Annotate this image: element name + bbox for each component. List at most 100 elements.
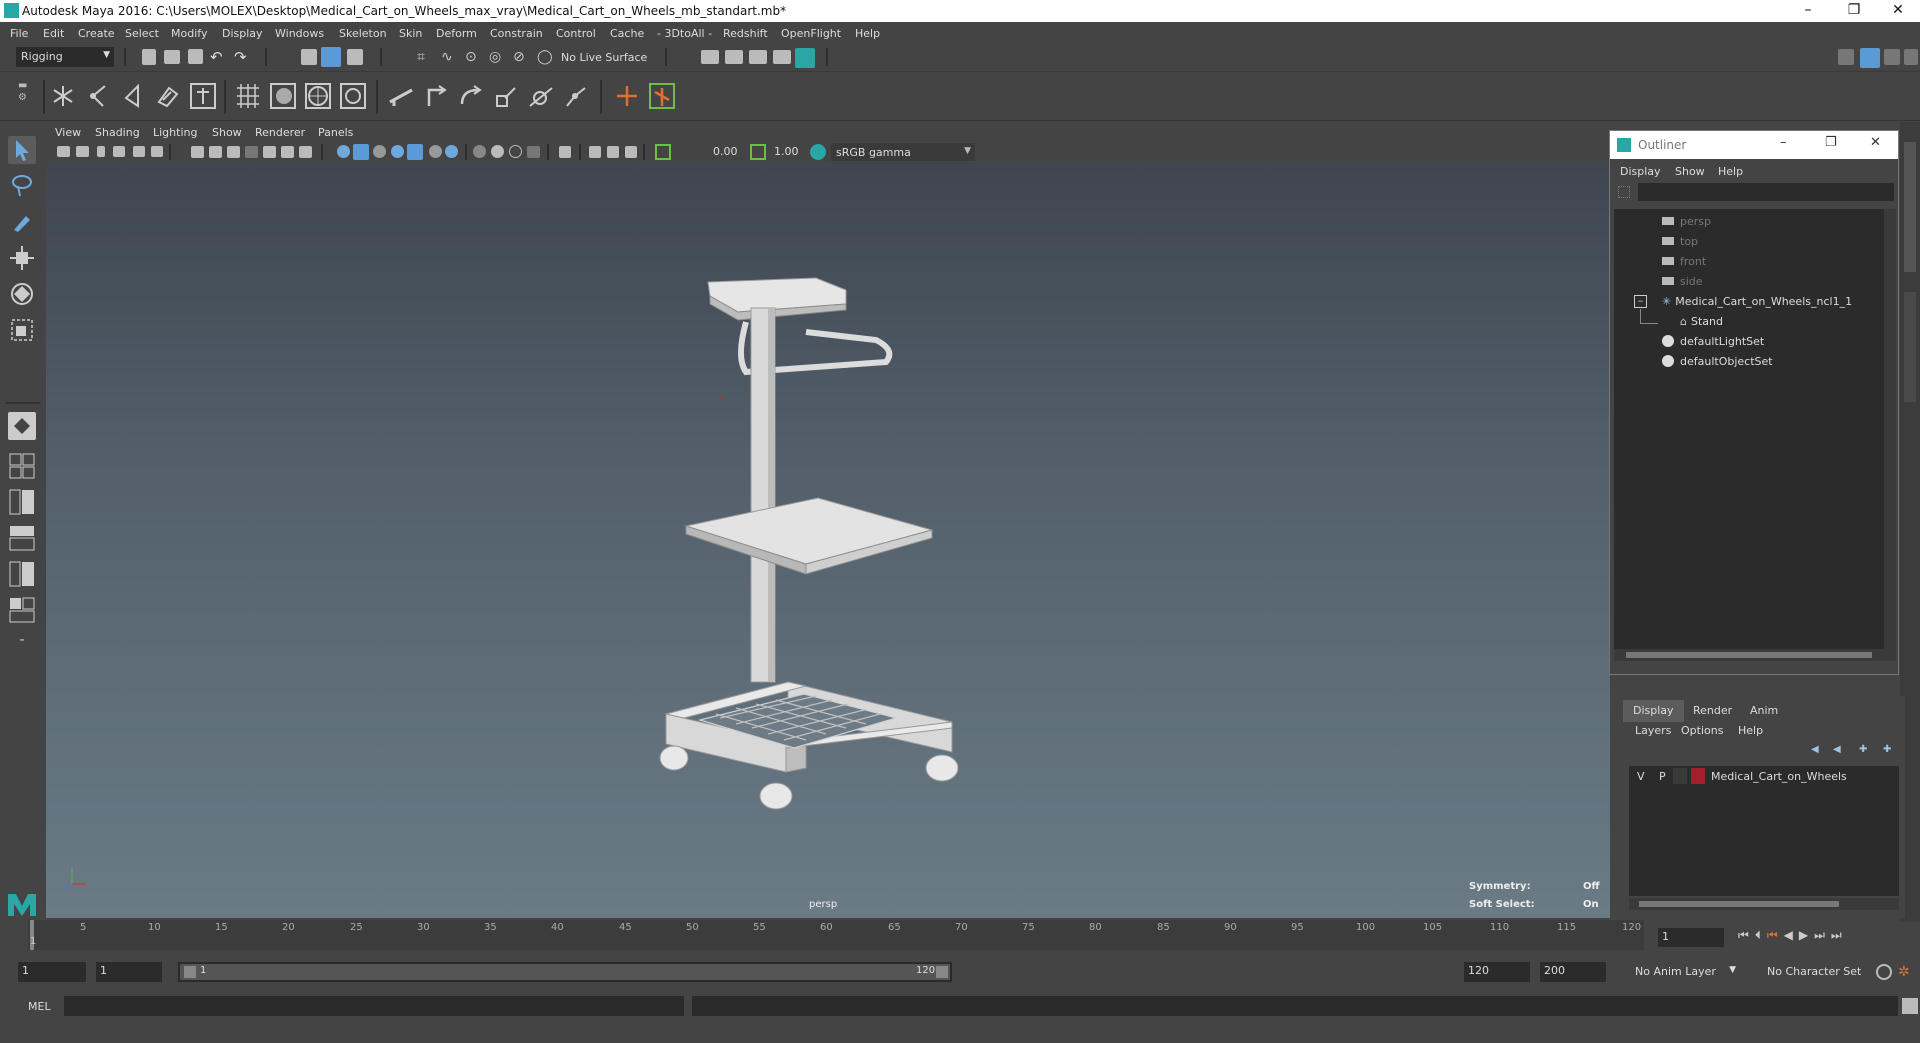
- menu-create[interactable]: Create: [78, 27, 115, 40]
- layer-menu-layers[interactable]: Layers: [1635, 724, 1671, 737]
- move-tool[interactable]: [8, 244, 36, 272]
- minimize-button[interactable]: –: [1780, 135, 1787, 150]
- shelf-options-icon[interactable]: ▬ ⚙: [18, 80, 32, 114]
- menu-display[interactable]: Display: [222, 27, 263, 40]
- playback-start-field[interactable]: 1: [96, 962, 162, 982]
- ik-handle-icon[interactable]: [83, 80, 113, 112]
- menu-control[interactable]: Control: [556, 27, 596, 40]
- new-layer-icon[interactable]: ✚: [1859, 744, 1873, 756]
- exposure-icon[interactable]: [655, 144, 671, 160]
- persp-uv-layout-button[interactable]: [8, 596, 36, 624]
- close-button[interactable]: ✕: [1870, 135, 1881, 150]
- menuset-dropdown[interactable]: Rigging ▼: [16, 47, 114, 67]
- list-item[interactable]: persp: [1662, 215, 1711, 228]
- time-ruler[interactable]: [28, 920, 1644, 950]
- range-slider[interactable]: 1 120: [178, 962, 952, 982]
- view-transform-dropdown[interactable]: sRGB gamma ▼: [831, 143, 975, 161]
- paint-select-tool[interactable]: [8, 208, 36, 236]
- list-item[interactable]: top: [1662, 235, 1698, 248]
- safe-action-icon[interactable]: [281, 146, 294, 158]
- gate-mask-icon[interactable]: [245, 146, 258, 158]
- snap-to-curve-icon[interactable]: ∿: [441, 49, 459, 67]
- attribute-editor-toggle-icon[interactable]: [1860, 48, 1880, 68]
- depth-of-field-icon[interactable]: [509, 145, 522, 158]
- scale-constraint-icon[interactable]: [491, 80, 521, 112]
- panel-menu-show[interactable]: Show: [212, 126, 242, 139]
- select-by-hierarchy-icon[interactable]: [301, 49, 317, 65]
- render-current-frame-icon[interactable]: [725, 50, 743, 64]
- outliner-search-input[interactable]: [1638, 183, 1894, 201]
- animation-preferences-icon[interactable]: ✲: [1898, 964, 1914, 980]
- snap-to-grid-icon[interactable]: ⌗: [417, 49, 435, 67]
- smooth-shade-icon[interactable]: [353, 144, 369, 160]
- move-layer-up-icon[interactable]: ◀: [1811, 744, 1825, 756]
- panel-menu-shading[interactable]: Shading: [95, 126, 140, 139]
- auto-key-icon[interactable]: [1876, 964, 1892, 980]
- create-cluster-icon[interactable]: [188, 80, 218, 112]
- list-item[interactable]: side: [1662, 275, 1703, 288]
- layer-name[interactable]: Medical_Cart_on_Wheels: [1711, 770, 1847, 783]
- menu-openflight[interactable]: OpenFlight: [781, 27, 841, 40]
- layer-row[interactable]: V P Medical_Cart_on_Wheels: [1629, 766, 1899, 786]
- close-button[interactable]: ✕: [1876, 0, 1920, 22]
- layer-menu-options[interactable]: Options: [1681, 724, 1723, 737]
- persp-outliner-layout-button[interactable]: [8, 488, 36, 516]
- panel-menu-panels[interactable]: Panels: [318, 126, 353, 139]
- step-back-frame-icon[interactable]: ⏴: [1755, 928, 1767, 942]
- image-plane-icon[interactable]: [113, 146, 125, 157]
- list-item[interactable]: ⌂ Stand: [1680, 315, 1723, 328]
- attribute-editor-tab[interactable]: [1904, 292, 1916, 402]
- single-perspective-layout-button[interactable]: [8, 412, 36, 440]
- modeling-toolkit-icon[interactable]: [1838, 49, 1854, 65]
- ik-spline-icon[interactable]: [118, 80, 148, 112]
- restore-button[interactable]: ❐: [1832, 0, 1876, 22]
- menu-windows[interactable]: Windows: [275, 27, 324, 40]
- bookmark-icon[interactable]: [97, 146, 105, 157]
- field-chart-icon[interactable]: [263, 146, 276, 158]
- 2d-pan-zoom-icon[interactable]: [133, 146, 145, 157]
- snap-together-icon[interactable]: ◯: [537, 49, 555, 67]
- rotate-tool[interactable]: [8, 280, 36, 308]
- safe-title-icon[interactable]: [299, 146, 312, 158]
- select-by-component-icon[interactable]: [347, 49, 363, 65]
- snap-to-point-icon[interactable]: ⊙: [465, 49, 483, 67]
- list-item[interactable]: front: [1662, 255, 1706, 268]
- sculpt-deformer-icon[interactable]: [303, 80, 333, 112]
- step-forward-key-icon[interactable]: ⏭: [1814, 928, 1831, 942]
- save-scene-icon[interactable]: [188, 49, 203, 64]
- list-item[interactable]: ✳ Medical_Cart_on_Wheels_ncl1_1: [1662, 295, 1852, 308]
- select-by-object-icon[interactable]: [321, 47, 341, 67]
- menu-help[interactable]: Help: [855, 27, 880, 40]
- range-slider-handle[interactable]: 1 120: [180, 964, 950, 980]
- channel-box-toggle-icon[interactable]: [1904, 49, 1918, 65]
- play-backward-icon[interactable]: ◀: [1784, 928, 1799, 942]
- multisample-aa-icon[interactable]: [491, 145, 504, 158]
- command-input[interactable]: [64, 996, 684, 1016]
- hypershade-icon[interactable]: [795, 48, 815, 68]
- menu-deform[interactable]: Deform: [436, 27, 477, 40]
- xray-icon[interactable]: [559, 146, 571, 158]
- soft-mod-icon[interactable]: [338, 80, 368, 112]
- new-scene-icon[interactable]: [142, 49, 156, 65]
- horizontal-scrollbar[interactable]: [1629, 898, 1899, 910]
- list-item[interactable]: defaultObjectSet: [1662, 355, 1773, 368]
- pole-vector-icon[interactable]: [561, 80, 591, 112]
- textured-icon[interactable]: [391, 145, 404, 158]
- open-scene-icon[interactable]: [164, 50, 180, 64]
- scrollbar-thumb[interactable]: [1639, 901, 1839, 907]
- channel-box-tab[interactable]: [1904, 142, 1916, 272]
- point-constraint-icon[interactable]: [421, 80, 451, 112]
- film-gate-icon[interactable]: [209, 146, 222, 158]
- ipr-render-icon[interactable]: [749, 50, 767, 64]
- tab-render[interactable]: Render: [1683, 700, 1742, 722]
- menu-select[interactable]: Select: [125, 27, 159, 40]
- script-language-label[interactable]: MEL: [28, 1000, 51, 1013]
- viewport-persp[interactable]: persp Symmetry: Off Soft Select: On: [46, 162, 1610, 918]
- xray-active-components-icon[interactable]: [607, 146, 619, 158]
- layer-menu-help[interactable]: Help: [1738, 724, 1763, 737]
- grease-pencil-icon[interactable]: [151, 146, 163, 157]
- maximize-button[interactable]: ❐: [1825, 135, 1837, 150]
- playback-end-field[interactable]: 120: [1464, 962, 1530, 982]
- connect-joint-icon[interactable]: [647, 80, 677, 112]
- joint-tool-icon[interactable]: [48, 80, 78, 112]
